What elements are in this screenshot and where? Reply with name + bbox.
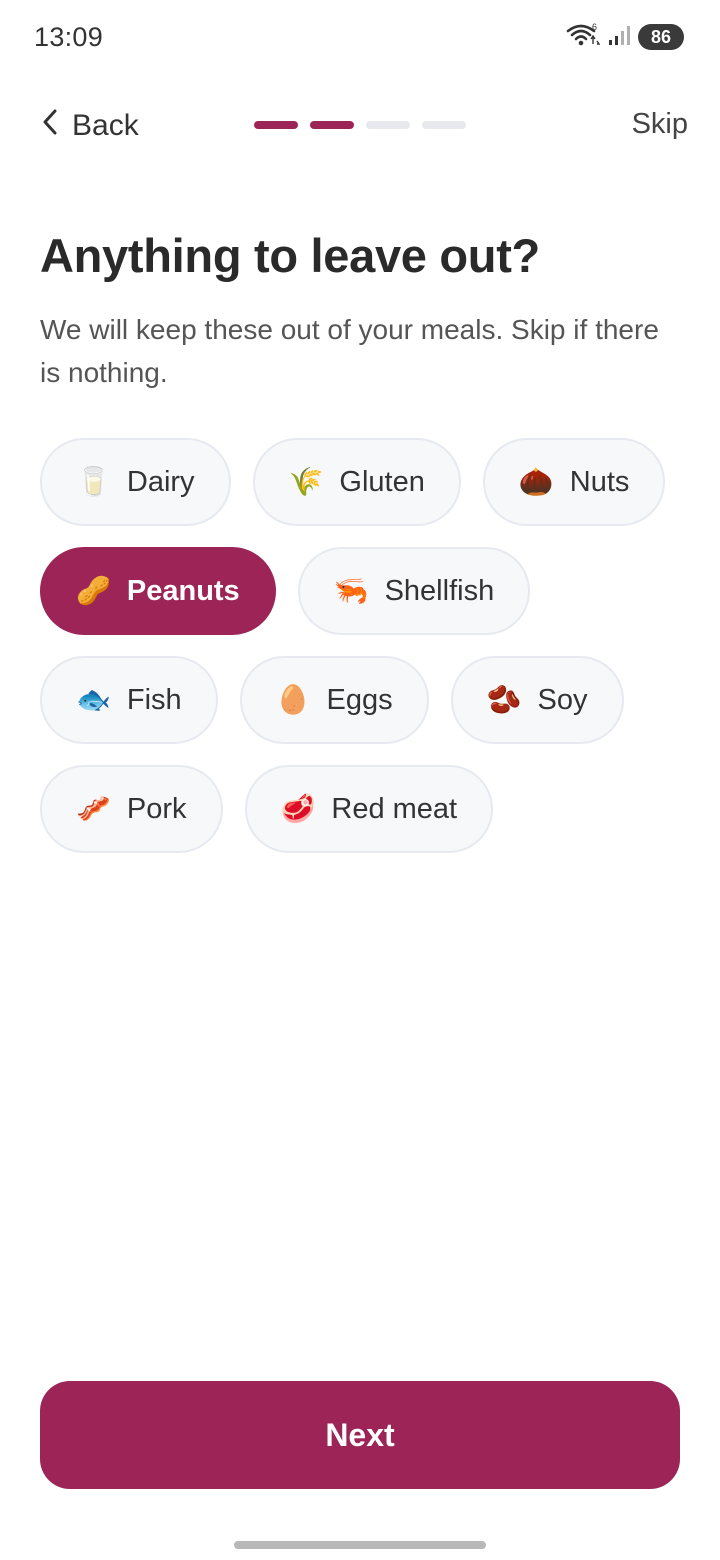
shrimp-icon: 🦐 [333, 575, 369, 606]
chip-peanuts[interactable]: 🥜 Peanuts [40, 547, 276, 635]
home-indicator[interactable] [234, 1541, 486, 1549]
peanut-icon: 🥜 [76, 575, 111, 606]
beans-icon: 🫘 [486, 684, 522, 715]
egg-icon: 🥚 [275, 684, 311, 715]
chip-eggs[interactable]: 🥚 Eggs [239, 656, 429, 744]
status-bar: 13:09 6 86 [0, 0, 720, 72]
chip-pork[interactable]: 🥓 Pork [40, 765, 223, 853]
chip-soy[interactable]: 🫘 Soy [450, 656, 624, 744]
chip-label: Dairy [126, 465, 195, 498]
battery-indicator: 86 [638, 24, 684, 50]
next-button[interactable]: Next [40, 1381, 680, 1489]
progress-step-2 [310, 121, 354, 129]
chestnut-icon: 🌰 [518, 466, 554, 497]
chip-nuts[interactable]: 🌰 Nuts [482, 438, 666, 526]
bacon-icon: 🥓 [76, 793, 111, 824]
top-nav: Back Skip [0, 96, 720, 156]
chip-shellfish[interactable]: 🦐 Shellfish [297, 547, 531, 635]
progress-step-4 [422, 121, 466, 129]
chip-gluten[interactable]: 🌾 Gluten [252, 438, 461, 526]
signal-icon [608, 24, 630, 51]
back-button[interactable]: Back [40, 104, 139, 148]
progress-step-3 [366, 121, 410, 129]
wifi-badge: 6 [592, 22, 597, 32]
chip-label: Red meat [331, 792, 458, 825]
skip-button[interactable]: Skip [632, 108, 688, 141]
chip-label: Nuts [569, 465, 630, 498]
exclusion-chip-group: 🥛 Dairy 🌾 Gluten 🌰 Nuts 🥜 Peanuts 🦐 Shel… [40, 438, 680, 853]
milk-icon: 🥛 [76, 466, 111, 497]
chip-fish[interactable]: 🐟 Fish [40, 656, 218, 744]
fish-icon: 🐟 [76, 684, 111, 715]
step-progress [254, 121, 466, 129]
chevron-left-icon [40, 107, 60, 145]
status-icons: 6 86 [566, 22, 684, 52]
page-subtitle: We will keep these out of your meals. Sk… [40, 314, 659, 388]
chip-dairy[interactable]: 🥛 Dairy [40, 438, 231, 526]
chip-label: Pork [126, 792, 187, 825]
chip-red-meat[interactable]: 🥩 Red meat [244, 765, 494, 853]
status-time: 13:09 [34, 22, 104, 52]
steak-icon: 🥩 [280, 793, 316, 824]
back-label: Back [72, 109, 139, 142]
chip-label: Shellfish [384, 574, 495, 607]
progress-step-1 [254, 121, 298, 129]
chip-label: Fish [126, 683, 182, 716]
chip-label: Gluten [339, 465, 425, 498]
wifi-icon: 6 [566, 22, 601, 53]
onboarding-screen: 13:09 6 86 Back Skip Anything to leave o… [0, 0, 720, 1560]
chip-label: Peanuts [126, 574, 240, 607]
chip-label: Soy [537, 683, 588, 716]
page-title: Anything to leave out? [40, 229, 540, 282]
wheat-icon: 🌾 [288, 466, 324, 497]
chip-label: Eggs [326, 683, 393, 716]
